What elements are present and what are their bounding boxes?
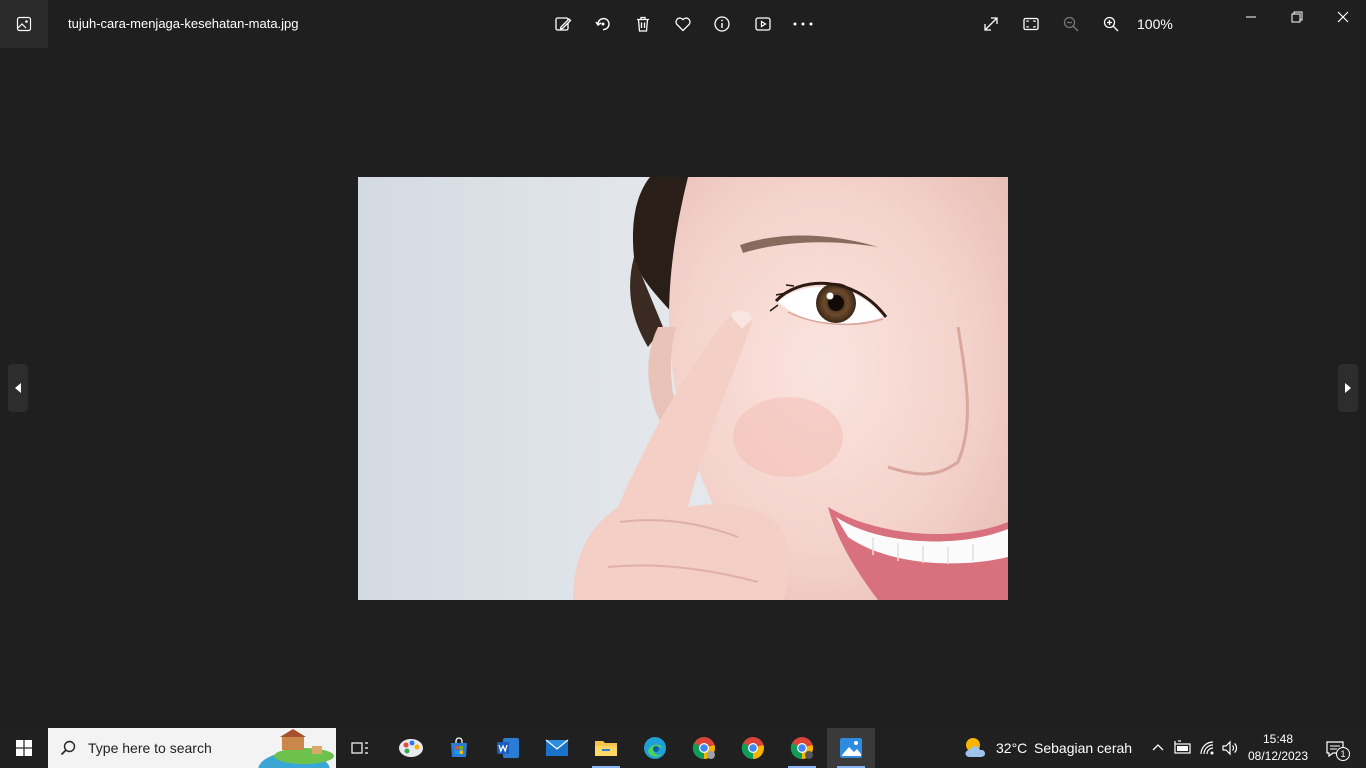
task-view-icon[interactable] (336, 728, 384, 768)
favorite-icon[interactable] (671, 12, 695, 36)
fullscreen-icon[interactable] (979, 12, 1003, 36)
mail-icon[interactable] (533, 728, 581, 768)
edge-icon[interactable] (631, 728, 679, 768)
photos-app-icon[interactable] (0, 0, 48, 48)
next-photo-button[interactable] (1338, 364, 1358, 412)
close-button[interactable] (1331, 6, 1355, 28)
search-icon (60, 740, 76, 756)
clock-time: 15:48 (1262, 732, 1294, 746)
weather-partly-sunny-icon[interactable] (962, 735, 990, 761)
rotate-icon[interactable] (591, 12, 615, 36)
zoom-in-icon[interactable] (1099, 12, 1123, 36)
volume-icon[interactable] (1221, 740, 1239, 756)
file-explorer-icon[interactable] (582, 728, 630, 768)
start-button[interactable] (0, 728, 48, 768)
word-icon[interactable] (484, 728, 532, 768)
restore-button[interactable] (1285, 6, 1309, 28)
chrome-profile-1-icon[interactable] (680, 728, 728, 768)
chrome-icon[interactable] (729, 728, 777, 768)
file-name: tujuh-cara-menjaga-kesehatan-mata.jpg (68, 16, 299, 31)
paint-3d-icon[interactable] (387, 728, 435, 768)
notification-center-button[interactable]: 1 (1322, 728, 1362, 768)
chevron-up-icon[interactable] (1152, 742, 1164, 752)
weather-condition[interactable]: Sebagian cerah (1034, 740, 1132, 756)
search-box[interactable]: Type here to search (48, 728, 336, 768)
battery-icon[interactable] (1173, 740, 1193, 756)
zoom-out-icon[interactable] (1059, 12, 1083, 36)
clock[interactable]: 15:48 08/12/2023 (1244, 731, 1312, 765)
slideshow-icon[interactable] (751, 12, 775, 36)
photo-canvas[interactable] (358, 177, 1008, 600)
photos-app-window: tujuh-cara-menjaga-kesehatan-mata.jpg 10… (0, 0, 1366, 768)
microsoft-store-icon[interactable] (435, 728, 483, 768)
info-icon[interactable] (710, 12, 734, 36)
weather-temperature[interactable]: 32°C (996, 740, 1027, 756)
previous-photo-button[interactable] (8, 364, 28, 412)
photo-eye-care-portrait (358, 177, 1008, 600)
edit-icon[interactable] (551, 12, 575, 36)
title-bar: tujuh-cara-menjaga-kesehatan-mata.jpg 10… (0, 0, 1366, 48)
clock-date: 08/12/2023 (1247, 749, 1309, 763)
more-icon[interactable] (791, 12, 815, 36)
chrome-profile-2-icon[interactable] (778, 728, 826, 768)
fit-icon[interactable] (1019, 12, 1043, 36)
photos-taskbar-icon[interactable] (827, 728, 875, 768)
search-placeholder: Type here to search (88, 740, 212, 756)
zoom-level[interactable]: 100% (1137, 16, 1173, 32)
delete-icon[interactable] (631, 12, 655, 36)
search-highlight-icon (258, 729, 334, 768)
network-icon[interactable] (1199, 740, 1217, 756)
notification-badge: 1 (1336, 747, 1350, 761)
taskbar: Type here to search 32°C Sebagian cerah … (0, 728, 1366, 768)
minimize-button[interactable] (1239, 6, 1263, 28)
